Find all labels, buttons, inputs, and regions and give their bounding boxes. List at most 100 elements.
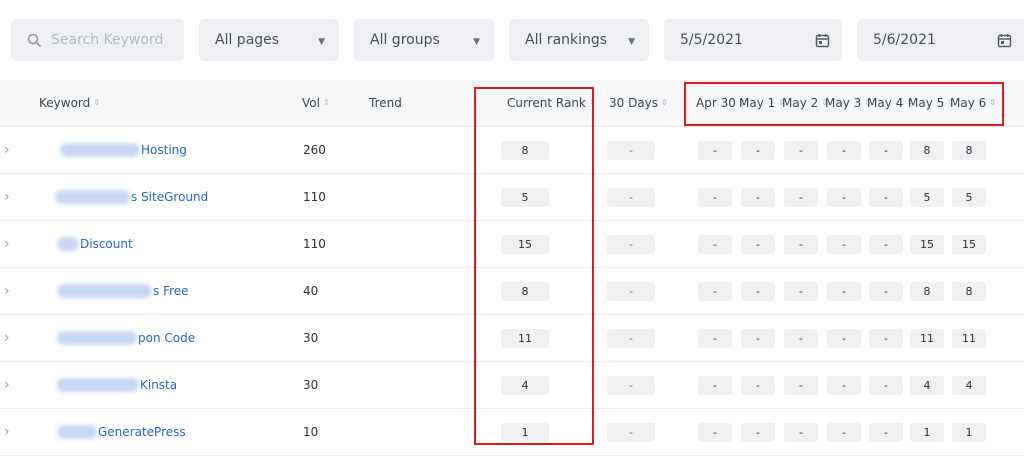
redacted-text [57,331,137,345]
day-rank-value: - [784,376,818,395]
vol-value: 110 [303,190,326,204]
day-rank-value: - [741,282,775,301]
rankings-dropdown[interactable]: All rankings ▼ [509,19,649,61]
day-rank-value: - [741,329,775,348]
keyword-header-label: Keyword [39,96,91,110]
chevron-right-icon[interactable]: › [4,236,10,252]
days30-value: - [607,235,655,254]
days30-column-header[interactable]: 30 Days ⇕ [609,80,668,126]
day-rank-value: 5 [910,188,944,207]
chevron-right-icon[interactable]: › [4,330,10,346]
trend-column-header: Trend [369,80,402,126]
vol-value: 110 [303,237,326,251]
day-rank-value: - [698,235,732,254]
end-date-value: 5/6/2021 [873,32,936,48]
groups-dropdown[interactable]: All groups ▼ [354,19,494,61]
day-rank-value: 15 [952,235,986,254]
day-rank-value: 11 [952,329,986,348]
daily-columns-highlight-box [684,82,1004,126]
chevron-right-icon[interactable]: › [4,283,10,299]
chevron-right-icon[interactable]: › [4,189,10,205]
keyword-text: Hosting [141,143,187,157]
day-rank-value: - [827,235,861,254]
start-date-value: 5/5/2021 [680,32,743,48]
day-rank-value: - [698,188,732,207]
keyword-text: Kinsta [140,378,178,392]
sort-icon: ⇕ [93,98,100,107]
day-rank-value: - [698,141,732,160]
day-rank-value: - [741,376,775,395]
days30-value: - [607,282,655,301]
redacted-text [57,378,139,392]
filter-toolbar: Search Keyword All pages ▼ All groups ▼ … [0,0,1024,80]
keyword-text: s Free [153,284,189,298]
day-rank-value: 8 [910,141,944,160]
start-date-picker[interactable]: 5/5/2021 [664,19,842,61]
pages-dropdown[interactable]: All pages ▼ [199,19,339,61]
redacted-text [57,284,152,298]
caret-down-icon: ▼ [318,36,325,47]
keyword-text: pon Code [138,331,196,345]
keyword-link[interactable]: GeneratePress [57,409,186,455]
day-rank-value: - [869,423,903,442]
days30-value: - [607,188,655,207]
rankings-dropdown-value: All rankings [525,32,608,48]
redacted-text [57,237,79,251]
day-rank-value: - [741,188,775,207]
days30-value: - [607,329,655,348]
day-rank-value: - [827,282,861,301]
redacted-text [55,190,130,204]
keyword-link[interactable]: pon Code [57,315,195,361]
day-rank-value: - [827,329,861,348]
day-rank-value: - [827,376,861,395]
keyword-link[interactable]: s Free [57,268,189,314]
days30-header-label: 30 Days [609,96,659,110]
day-rank-value: 8 [952,141,986,160]
chevron-right-icon[interactable]: › [4,424,10,440]
keyword-link[interactable]: Discount [57,221,133,267]
day-rank-value: - [784,141,818,160]
day-rank-value: - [698,376,732,395]
vol-value: 30 [303,331,319,345]
days30-value: - [607,423,655,442]
day-rank-value: - [698,329,732,348]
day-rank-value: - [869,141,903,160]
vol-value: 30 [303,378,319,392]
keyword-link[interactable]: s SiteGround [55,174,208,220]
day-rank-value: - [784,282,818,301]
day-rank-value: 4 [910,376,944,395]
day-rank-value: - [827,141,861,160]
search-input[interactable]: Search Keyword [11,19,184,61]
days30-value: - [607,376,655,395]
day-rank-value: - [827,188,861,207]
keyword-column-header[interactable]: Keyword ⇕ [39,80,100,126]
vol-value: 10 [303,425,319,439]
end-date-picker[interactable]: 5/6/2021 [857,19,1024,61]
vol-column-header[interactable]: Vol ⇕ [302,80,330,126]
keyword-link[interactable]: Hosting [60,127,187,173]
day-rank-value: 8 [910,282,944,301]
search-icon [27,33,41,47]
calendar-icon [997,33,1012,47]
caret-down-icon: ▼ [628,36,635,47]
redacted-text [57,425,97,439]
keyword-text: Discount [80,237,133,251]
day-rank-value: - [869,329,903,348]
day-rank-value: - [741,423,775,442]
calendar-icon [815,33,830,47]
day-rank-value: 4 [952,376,986,395]
day-rank-value: - [869,282,903,301]
day-rank-value: 8 [952,282,986,301]
day-rank-value: - [869,376,903,395]
days30-value: - [607,141,655,160]
keyword-text: GeneratePress [98,425,186,439]
search-placeholder: Search Keyword [51,32,164,48]
day-rank-value: - [869,235,903,254]
chevron-right-icon[interactable]: › [4,142,10,158]
day-rank-value: - [784,329,818,348]
day-rank-value: - [698,423,732,442]
keyword-link[interactable]: Kinsta [57,362,177,408]
day-rank-value: 1 [952,423,986,442]
chevron-right-icon[interactable]: › [4,377,10,393]
keyword-text: s SiteGround [131,190,209,204]
